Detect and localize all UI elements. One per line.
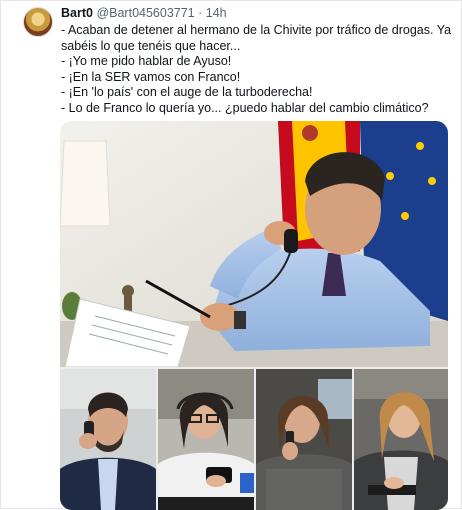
tweet-line: - Acaban de detener al hermano de la Chi… [61,23,452,37]
thumbnail-photo[interactable] [256,369,352,510]
tweet-line: - ¡Yo me pido hablar de Ayuso! [61,54,232,68]
author-name[interactable]: Bart0 [61,6,93,20]
tweet-line: - ¡En 'lo país' con el auge de la turbod… [61,85,313,99]
tweet-line: - Lo de Franco lo quería yo... ¿puedo ha… [61,100,429,115]
tweet-card[interactable]: Bart0 @Bart045603771 · 14h - Acaban de d… [0,0,462,510]
tweet-header: Bart0 @Bart045603771 · 14h [61,6,227,20]
tweet-media[interactable] [60,121,448,510]
tweet-line: sabéis lo que tenéis que hacer... [61,38,241,53]
separator-dot: · [198,6,203,20]
tweet-text: - Acaban de detener al hermano de la Chi… [61,23,457,116]
thumbnail-photo[interactable] [158,369,254,510]
author-handle[interactable]: @Bart045603771 [96,6,194,20]
tweet-line: - ¡En la SER vamos con Franco! [61,69,241,84]
thumbnail-photo[interactable] [60,369,156,510]
thumbnail-photo[interactable] [354,369,448,510]
main-photo[interactable] [60,121,448,367]
tweet-time[interactable]: 14h [206,6,227,20]
avatar[interactable] [23,7,53,37]
